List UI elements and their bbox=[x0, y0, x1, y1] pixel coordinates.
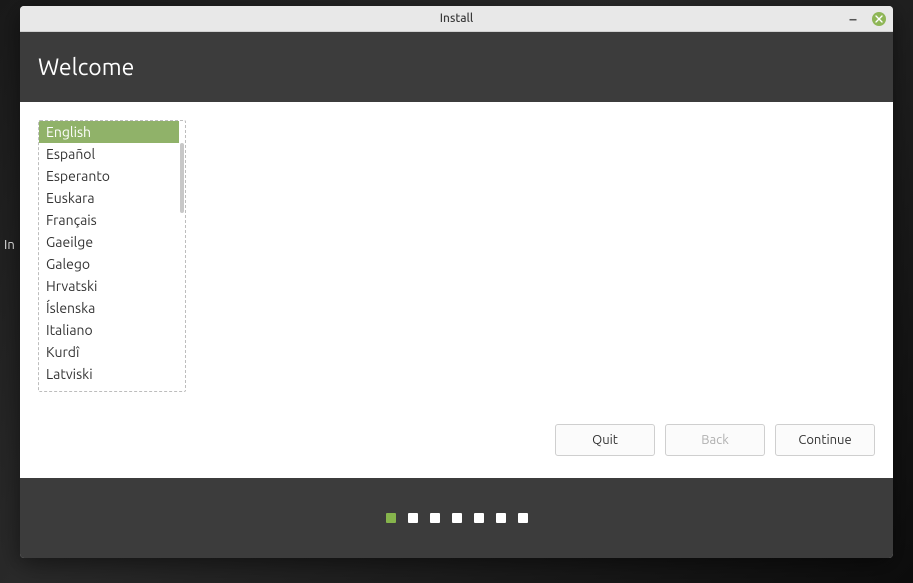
progress-dot[interactable] bbox=[386, 513, 396, 523]
language-option[interactable]: Français bbox=[39, 209, 179, 231]
language-option[interactable]: Latviski bbox=[39, 363, 179, 385]
language-option[interactable]: Esperanto bbox=[39, 165, 179, 187]
language-option[interactable]: Galego bbox=[39, 253, 179, 275]
language-option[interactable]: Español bbox=[39, 143, 179, 165]
titlebar[interactable]: Install – bbox=[20, 6, 893, 32]
language-option[interactable]: English bbox=[39, 121, 179, 143]
language-option[interactable]: Gaeilge bbox=[39, 231, 179, 253]
button-row: Quit Back Continue bbox=[555, 424, 875, 456]
progress-dot[interactable] bbox=[496, 513, 506, 523]
page-header: Welcome bbox=[20, 32, 893, 102]
language-option[interactable]: Hrvatski bbox=[39, 275, 179, 297]
minimize-button[interactable]: – bbox=[845, 11, 861, 27]
progress-footer bbox=[20, 478, 893, 558]
language-option[interactable]: Íslenska bbox=[39, 297, 179, 319]
continue-button[interactable]: Continue bbox=[775, 424, 875, 456]
progress-dot[interactable] bbox=[474, 513, 484, 523]
language-option[interactable]: Kurdî bbox=[39, 341, 179, 363]
language-option[interactable]: Italiano bbox=[39, 319, 179, 341]
back-button: Back bbox=[665, 424, 765, 456]
language-list[interactable]: EnglishEspañolEsperantoEuskaraFrançaisGa… bbox=[38, 120, 186, 392]
close-icon bbox=[872, 12, 886, 26]
progress-dot[interactable] bbox=[518, 513, 528, 523]
window-title: Install bbox=[440, 12, 474, 25]
page-title: Welcome bbox=[38, 55, 134, 80]
content-area: EnglishEspañolEsperantoEuskaraFrançaisGa… bbox=[20, 102, 893, 478]
installer-window: Install – Welcome EnglishEspañolEsperant… bbox=[20, 6, 893, 558]
background-text-fragment: In bbox=[4, 238, 15, 252]
titlebar-controls: – bbox=[845, 6, 887, 31]
language-option[interactable]: Euskara bbox=[39, 187, 179, 209]
progress-dot[interactable] bbox=[408, 513, 418, 523]
progress-dot[interactable] bbox=[430, 513, 440, 523]
quit-button[interactable]: Quit bbox=[555, 424, 655, 456]
progress-dot[interactable] bbox=[452, 513, 462, 523]
close-button[interactable] bbox=[871, 11, 887, 27]
scrollbar-thumb[interactable] bbox=[180, 143, 184, 213]
